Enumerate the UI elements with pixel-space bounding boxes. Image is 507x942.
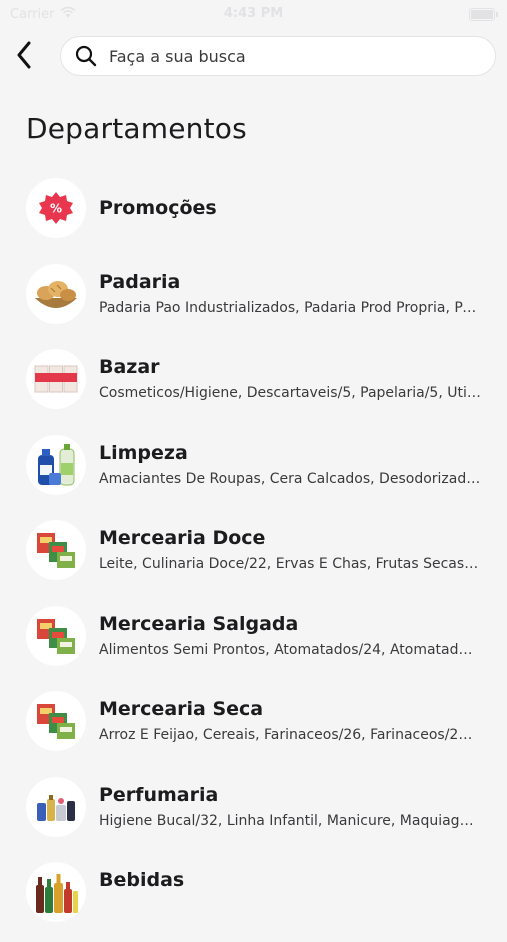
search-icon [75, 45, 97, 67]
department-name: Mercearia Salgada [99, 612, 299, 635]
chevron-left-icon [16, 41, 32, 73]
department-item-limpeza[interactable]: Limpeza Amaciantes De Roupas, Cera Calca… [0, 429, 507, 515]
clock: 4:43 PM [223, 6, 284, 21]
department-item-bebidas[interactable]: Bebidas [0, 856, 507, 942]
department-subcategories: Amaciantes De Roupas, Cera Calcados, Des… [99, 470, 481, 487]
department-list: % Promoções Padaria Padaria Pao Industri… [0, 172, 507, 942]
beverage-bottles-icon [26, 862, 86, 922]
grocery-boxes-icon [26, 605, 86, 666]
department-item-promocoes[interactable]: % Promoções [0, 172, 507, 258]
department-name: Mercearia Doce [99, 527, 266, 549]
department-item-mercearia-salgada[interactable]: Mercearia Salgada Alimentos Semi Prontos… [0, 600, 507, 686]
cleaning-bottles-icon [26, 434, 86, 495]
svg-text:%: % [50, 202, 62, 216]
department-item-bazar[interactable]: Bazar Cosmeticos/Higiene, Descartaveis/5… [0, 343, 507, 429]
department-item-mercearia-doce[interactable]: Mercearia Doce Leite, Culinaria Doce/22,… [0, 514, 507, 600]
search-bar[interactable] [60, 36, 496, 76]
department-subcategories: Padaria Pao Industrializados, Padaria Pr… [99, 299, 481, 316]
department-name: Promoções [99, 197, 217, 219]
department-subcategories: Arroz E Feijao, Cereais, Farinaceos/26, … [99, 727, 481, 743]
department-name: Perfumaria [99, 783, 219, 806]
department-name: Padaria [99, 270, 181, 293]
back-button[interactable] [8, 38, 40, 76]
department-subcategories: Alimentos Semi Prontos, Atomatados/24, A… [99, 641, 481, 658]
bread-icon [26, 263, 86, 324]
grocery-boxes-icon [26, 520, 86, 580]
promo-percent-icon: % [26, 178, 86, 238]
page-title: Departamentos [26, 112, 247, 145]
status-bar: Carrier 4:43 PM [0, 0, 507, 28]
paper-towel-icon [26, 349, 86, 409]
department-subcategories: Leite, Culinaria Doce/22, Ervas E Chas, … [99, 556, 481, 572]
battery-icon [469, 8, 498, 21]
department-item-mercearia-seca[interactable]: Mercearia Seca Arroz E Feijao, Cereais, … [0, 685, 507, 771]
search-input[interactable] [107, 45, 495, 67]
department-name: Mercearia Seca [99, 698, 264, 720]
department-name: Limpeza [99, 441, 188, 464]
department-item-padaria[interactable]: Padaria Padaria Pao Industrializados, Pa… [0, 258, 507, 344]
department-item-perfumaria[interactable]: Perfumaria Higiene Bucal/32, Linha Infan… [0, 771, 507, 857]
department-name: Bazar [99, 356, 160, 378]
department-name: Bebidas [99, 869, 185, 891]
perfume-products-icon [26, 776, 86, 837]
department-subcategories: Cosmeticos/Higiene, Descartaveis/5, Pape… [99, 385, 481, 401]
header [0, 34, 507, 80]
grocery-boxes-icon [26, 691, 86, 751]
department-subcategories: Higiene Bucal/32, Linha Infantil, Manicu… [99, 812, 481, 829]
